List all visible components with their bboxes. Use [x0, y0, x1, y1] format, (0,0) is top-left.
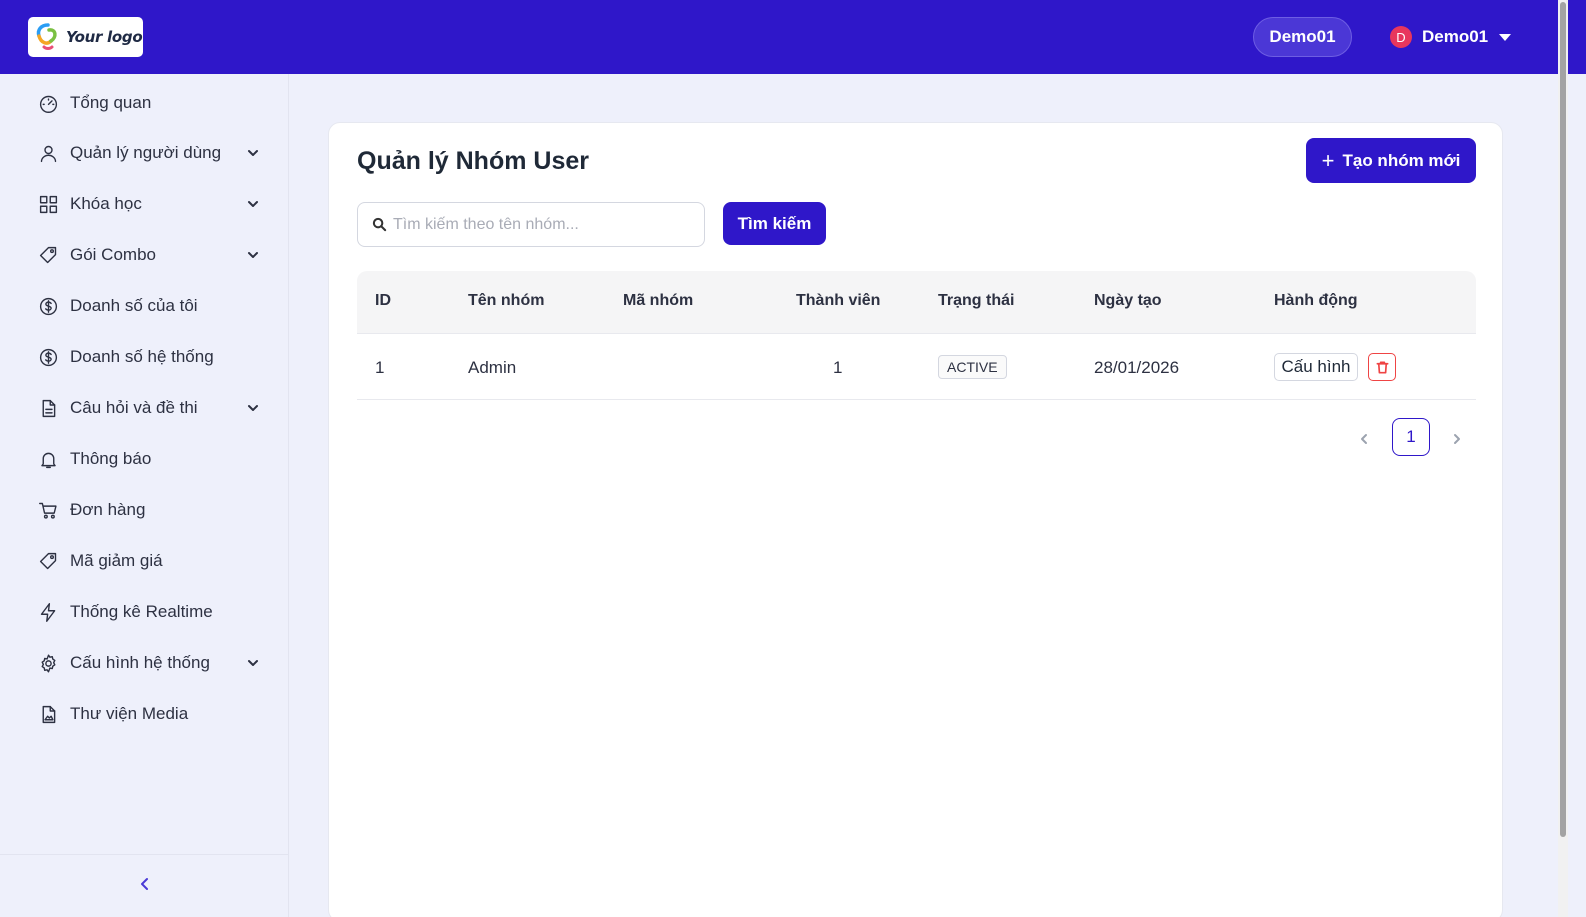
- pagination-page-button[interactable]: 1: [1392, 418, 1430, 456]
- chevron-right-icon: [1454, 434, 1460, 444]
- grid-icon: [37, 193, 59, 215]
- sidebar-item-notifications[interactable]: Thông báo: [0, 439, 289, 479]
- sidebar-item-coupons[interactable]: Mã giảm giá: [0, 541, 289, 581]
- sidebar-item-questions-exams[interactable]: Câu hỏi và đề thi: [0, 388, 289, 428]
- column-header-name: Tên nhóm: [468, 292, 545, 309]
- sidebar-item-label: Cấu hình hệ thống: [70, 653, 210, 672]
- scrollbar-thumb[interactable]: [1560, 2, 1566, 837]
- sidebar-item-user-management[interactable]: Quản lý người dùng: [0, 133, 289, 173]
- sidebar-item-label: Đơn hàng: [70, 500, 146, 519]
- chevron-left-icon: [1361, 434, 1367, 444]
- sidebar-item-overview[interactable]: Tổng quan: [0, 83, 289, 123]
- sidebar-item-label: Thư viện Media: [70, 704, 189, 723]
- bell-icon: [37, 448, 59, 470]
- gear-icon: [37, 652, 59, 674]
- chevron-left-icon: [137, 876, 153, 897]
- sidebar-item-label: Doanh số của tôi: [70, 296, 198, 315]
- search-box: [357, 202, 705, 247]
- main-card: Quản lý Nhóm User + Tạo nhóm mới Tìm kiế…: [328, 122, 1503, 917]
- sidebar-item-realtime-stats[interactable]: Thống kê Realtime: [0, 592, 289, 632]
- document-icon: [37, 397, 59, 419]
- sidebar-item-system-config[interactable]: Cấu hình hệ thống: [0, 643, 289, 683]
- sidebar-item-system-sales[interactable]: Doanh số hệ thống: [0, 337, 289, 377]
- configure-button[interactable]: Cấu hình: [1274, 353, 1358, 381]
- logo-text: Your logo: [66, 28, 143, 46]
- search-input[interactable]: [393, 215, 693, 234]
- logo[interactable]: Your logo: [28, 17, 143, 57]
- dashboard-icon: [37, 92, 59, 114]
- chevron-down-icon: [246, 197, 260, 211]
- page-title: Quản lý Nhóm User: [357, 147, 589, 175]
- groups-table: ID Tên nhóm Mã nhóm Thành viên Trạng thá…: [357, 271, 1476, 400]
- tag-icon: [37, 550, 59, 572]
- chevron-down-icon: [246, 656, 260, 670]
- chevron-down-icon: [246, 401, 260, 415]
- column-header-status: Trạng thái: [938, 292, 1015, 309]
- search-button[interactable]: Tìm kiếm: [723, 202, 826, 245]
- sidebar-item-label: Gói Combo: [70, 245, 156, 264]
- sidebar-item-label: Tổng quan: [70, 93, 152, 112]
- caret-down-icon: [1499, 33, 1512, 41]
- delete-button[interactable]: [1368, 353, 1396, 381]
- sidebar-item-label: Doanh số hệ thống: [70, 347, 214, 366]
- column-header-actions: Hành động: [1274, 292, 1358, 309]
- avatar: D: [1390, 26, 1412, 48]
- column-header-code: Mã nhóm: [623, 292, 694, 309]
- sidebar-item-media-library[interactable]: Thư viện Media: [0, 694, 289, 734]
- sidebar-item-label: Thống kê Realtime: [70, 602, 213, 621]
- sidebar-item-combo[interactable]: Gói Combo: [0, 235, 289, 275]
- image-file-icon: [37, 703, 59, 725]
- create-group-label: Tạo nhóm mới: [1342, 150, 1461, 170]
- sidebar-item-my-sales[interactable]: Doanh số của tôi: [0, 286, 289, 326]
- cell-created: 28/01/2026: [1094, 358, 1180, 377]
- column-header-members: Thành viên: [796, 292, 881, 309]
- sidebar: Tổng quan Quản lý người dùng Khóa học Gó…: [0, 74, 289, 917]
- trash-icon: [1376, 361, 1388, 373]
- pagination-prev-button[interactable]: [1354, 429, 1374, 449]
- pagination-next-button[interactable]: [1447, 429, 1467, 449]
- create-group-button[interactable]: + Tạo nhóm mới: [1306, 138, 1476, 183]
- lightning-icon: [37, 601, 59, 623]
- table-row: 1 Admin 1 ACTIVE 28/01/2026 Cấu hình: [357, 334, 1476, 400]
- sidebar-item-label: Câu hỏi và đề thi: [70, 398, 198, 417]
- sidebar-item-orders[interactable]: Đơn hàng: [0, 490, 289, 530]
- chevron-down-icon: [246, 248, 260, 262]
- sidebar-item-label: Mã giảm giá: [70, 551, 163, 570]
- page-scrollbar[interactable]: [1558, 0, 1568, 917]
- tenant-pill[interactable]: Demo01: [1253, 17, 1352, 57]
- status-badge: ACTIVE: [938, 355, 1007, 379]
- user-name: Demo01: [1422, 27, 1489, 46]
- chevron-down-icon: [246, 146, 260, 160]
- column-header-id: ID: [375, 292, 391, 309]
- cart-icon: [37, 499, 59, 521]
- dollar-icon: [37, 346, 59, 368]
- cell-members: 1: [833, 358, 843, 377]
- user-icon: [37, 142, 59, 164]
- sidebar-item-label: Khóa học: [70, 194, 142, 213]
- table-header: ID Tên nhóm Mã nhóm Thành viên Trạng thá…: [357, 271, 1476, 334]
- top-bar: Your logo Demo01 D Demo01: [0, 0, 1586, 74]
- user-menu[interactable]: D Demo01: [1390, 24, 1512, 50]
- sidebar-item-label: Quản lý người dùng: [70, 143, 222, 162]
- sidebar-collapse-button[interactable]: [0, 854, 289, 917]
- search-icon: [372, 217, 387, 232]
- tag-icon: [37, 244, 59, 266]
- dollar-icon: [37, 295, 59, 317]
- cell-id: 1: [375, 358, 385, 377]
- cell-name: Admin: [468, 358, 517, 377]
- logo-swirl-icon: [36, 23, 57, 50]
- sidebar-item-courses[interactable]: Khóa học: [0, 184, 289, 224]
- column-header-created: Ngày tạo: [1094, 292, 1162, 309]
- plus-icon: +: [1321, 147, 1335, 173]
- sidebar-item-label: Thông báo: [70, 449, 152, 468]
